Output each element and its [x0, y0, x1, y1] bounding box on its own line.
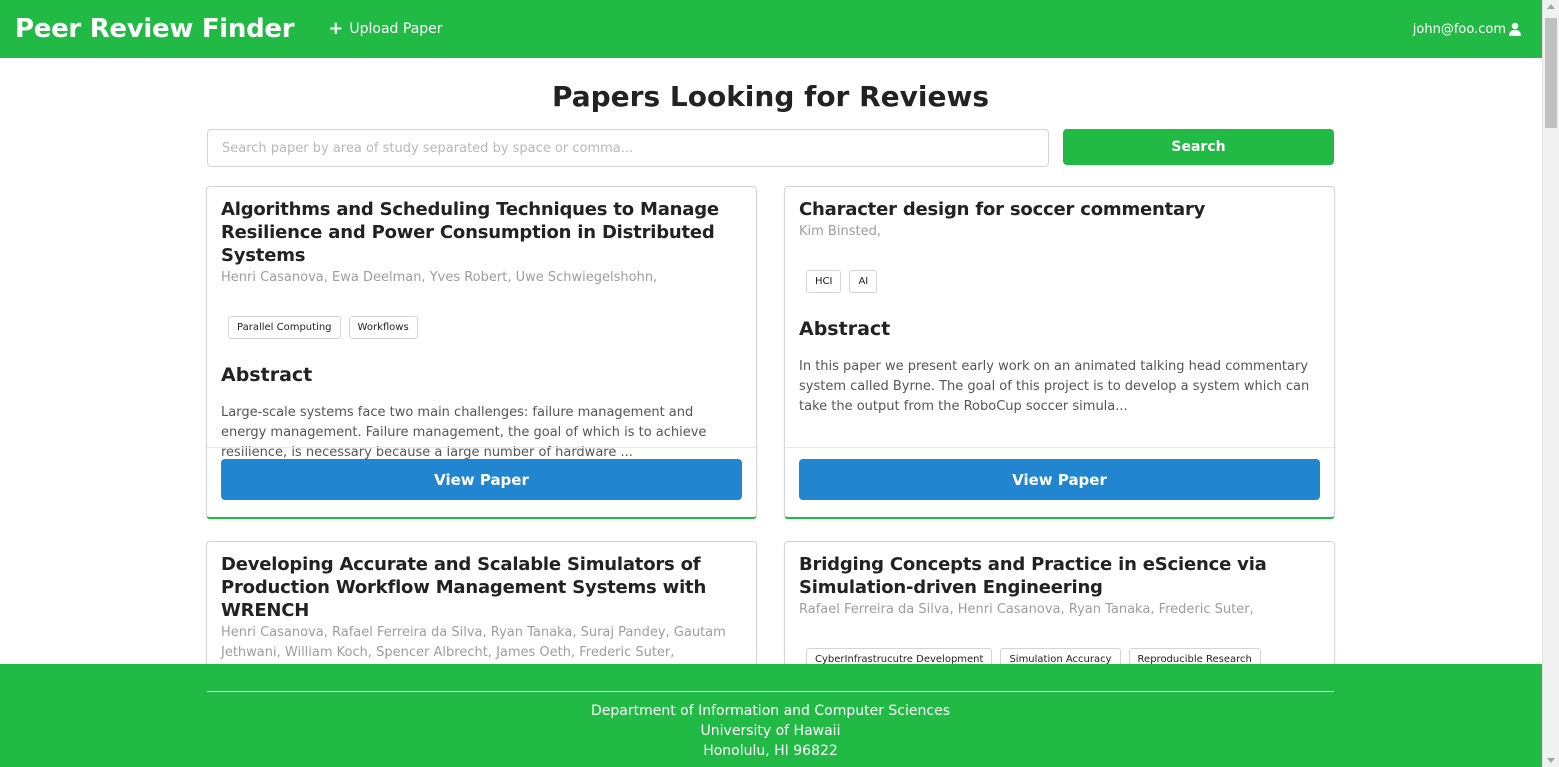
paper-card: Algorithms and Scheduling Techniques to … [206, 186, 757, 519]
paper-authors: Henri Casanova, Ewa Deelman, Yves Robert… [221, 270, 658, 285]
footer-divider [207, 691, 1334, 692]
search-input[interactable] [207, 129, 1049, 167]
abstract-text: In this paper we present early work on a… [799, 359, 1310, 414]
tag-list: Parallel Computing Workflows [221, 316, 742, 339]
view-paper-button[interactable]: View Paper [221, 459, 742, 500]
paper-title: Bridging Concepts and Practice in eScien… [799, 554, 1267, 598]
footer-address: Department of Information and Computer S… [207, 701, 1334, 761]
vertical-scrollbar[interactable] [1542, 0, 1559, 767]
paper-authors: Rafael Ferreira da Silva, Henri Casanova… [799, 602, 1254, 617]
scroll-down-icon[interactable] [1547, 758, 1555, 763]
footer-university: University of Hawaii [700, 723, 841, 739]
scroll-up-icon[interactable] [1547, 4, 1555, 9]
user-menu[interactable]: john@foo.com [1413, 0, 1522, 58]
footer-department: Department of Information and Computer S… [590, 703, 950, 719]
paper-title: Developing Accurate and Scalable Simulat… [221, 554, 707, 621]
tag-label: HCI [806, 270, 842, 293]
user-email: john@foo.com [1412, 21, 1506, 37]
paper-card: Bridging Concepts and Practice in eScien… [784, 541, 1335, 681]
paper-card: Character design for soccer commentary K… [784, 186, 1335, 519]
upload-paper-link[interactable]: + Upload Paper [328, 20, 442, 38]
navbar: Peer Review Finder + Upload Paper john@f… [0, 0, 1542, 58]
brand-logo[interactable]: Peer Review Finder [15, 14, 295, 44]
page-title: Papers Looking for Reviews [551, 80, 990, 113]
tag-label: Workflows [348, 316, 418, 339]
paper-authors: Kim Binsted, [799, 224, 881, 239]
search-button[interactable]: Search [1063, 129, 1334, 165]
plus-icon: + [328, 18, 344, 39]
paper-title: Character design for soccer commentary [799, 199, 1206, 220]
upload-paper-label: Upload Paper [349, 21, 443, 37]
view-paper-button[interactable]: View Paper [799, 459, 1320, 500]
tag-label: Parallel Computing [228, 316, 341, 339]
footer-city: Honolulu, HI 96822 [703, 743, 838, 759]
tag-label: AI [849, 270, 878, 293]
page-footer: Department of Information and Computer S… [0, 664, 1542, 767]
card-footer: View Paper [207, 447, 756, 517]
user-icon [1509, 22, 1521, 36]
paper-authors: Henri Casanova, Rafael Ferreira da Silva… [221, 625, 726, 660]
card-footer: View Paper [785, 447, 1334, 517]
scrollbar-thumb[interactable] [1545, 18, 1557, 128]
abstract-heading: Abstract [799, 318, 891, 340]
abstract-heading: Abstract [221, 364, 313, 386]
tag-list: HCI AI [799, 270, 1320, 293]
paper-card: Developing Accurate and Scalable Simulat… [206, 541, 757, 681]
paper-title: Algorithms and Scheduling Techniques to … [221, 199, 719, 266]
